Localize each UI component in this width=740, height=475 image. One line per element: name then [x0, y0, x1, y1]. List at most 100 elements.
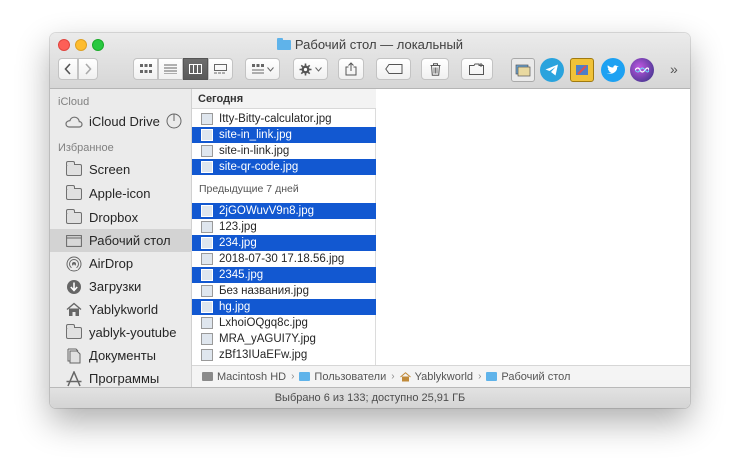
- sidebar-item-label: Yablykworld: [89, 302, 159, 317]
- sidebar-item-label: yablyk-youtube: [89, 325, 177, 340]
- file-name: 2345.jpg: [219, 269, 264, 281]
- downloads-icon: [65, 279, 83, 295]
- image-thumbnail-icon: [201, 333, 213, 345]
- file-item-selected[interactable]: 2345.jpg: [192, 267, 376, 283]
- image-thumbnail-icon: [201, 205, 213, 217]
- applications-icon: [65, 370, 83, 387]
- file-item[interactable]: 2018-07-30 17.18.56.jpg: [192, 251, 376, 267]
- chevron-left-icon: [64, 63, 71, 75]
- image-thumbnail-icon: [201, 237, 213, 249]
- hard-disk-icon: [202, 372, 213, 381]
- sidebar-item-desktop[interactable]: Рабочий стол: [50, 229, 192, 252]
- image-thumbnail-icon: [201, 269, 213, 281]
- list-icon: [164, 64, 177, 74]
- file-item-selected[interactable]: hg.jpg: [192, 299, 376, 315]
- sidebar-item-documents[interactable]: Документы: [50, 344, 192, 367]
- pixelmator-app-icon[interactable]: [570, 58, 594, 82]
- sidebar-item-label: Загрузки: [89, 279, 142, 294]
- chevron-right-icon: ›: [478, 371, 482, 382]
- image-thumbnail-icon: [201, 129, 213, 141]
- file-item-selected[interactable]: 234.jpg: [192, 235, 376, 251]
- toolbar-overflow-button[interactable]: »: [670, 61, 678, 77]
- file-item-selected[interactable]: 2jGOWuvV9n8.jpg: [192, 203, 376, 219]
- column-view-button[interactable]: [183, 58, 208, 80]
- trash-icon: [430, 62, 440, 76]
- file-item[interactable]: zBf13IUaEFw.jpg: [192, 347, 376, 363]
- sidebar-item-home[interactable]: Yablykworld: [50, 298, 192, 321]
- chevron-right-icon: ›: [291, 371, 295, 382]
- columns-icon: [189, 64, 202, 74]
- path-crumb-disk[interactable]: Macintosh HD: [202, 371, 286, 383]
- icon-grid-icon: [139, 64, 152, 73]
- empty-column-area[interactable]: [376, 89, 690, 365]
- twitter-app-icon[interactable]: [601, 58, 625, 82]
- folder-icon: [276, 38, 291, 50]
- folder-icon: [65, 184, 83, 202]
- sidebar-item-screen[interactable]: Screen: [50, 158, 192, 181]
- icon-view-button[interactable]: [133, 58, 158, 80]
- sidebar-section-icloud: iCloud: [58, 96, 90, 108]
- file-name: zBf13IUaEFw.jpg: [219, 349, 308, 361]
- home-icon: [65, 302, 83, 318]
- forward-button[interactable]: [78, 58, 98, 80]
- file-name: Без названия.jpg: [219, 285, 309, 297]
- path-crumb-users[interactable]: Пользователи: [299, 371, 386, 383]
- status-bar: Выбрано 6 из 133; доступно 25,91 ГБ: [50, 387, 690, 408]
- sidebar-item-dropbox[interactable]: Dropbox: [50, 206, 192, 229]
- gear-icon: [299, 63, 312, 75]
- new-folder-button[interactable]: [461, 58, 493, 80]
- share-icon: [345, 62, 357, 76]
- tags-button[interactable]: [376, 58, 411, 80]
- home-icon: [399, 371, 411, 381]
- sidebar-item-icloud-drive[interactable]: iCloud Drive: [50, 110, 192, 133]
- folder-icon: [65, 323, 83, 341]
- preview-app-icon[interactable]: [511, 58, 535, 82]
- list-view-button[interactable]: [158, 58, 183, 80]
- path-crumb-home[interactable]: Yablykworld: [399, 371, 473, 383]
- back-button[interactable]: [58, 58, 78, 80]
- file-name: 234.jpg: [219, 237, 257, 249]
- paintbrush-icon: [576, 65, 588, 75]
- window-title-text: Рабочий стол — локальный: [294, 37, 464, 52]
- file-item[interactable]: site-in-link.jpg: [192, 143, 376, 159]
- siri-icon: [635, 67, 649, 73]
- file-name: LxhoiOQgq8c.jpg: [219, 317, 308, 329]
- folder-icon: [65, 160, 83, 178]
- file-name: site-qr-code.jpg: [219, 161, 299, 173]
- sidebar-item-label: iCloud Drive: [89, 114, 160, 129]
- group-by-button[interactable]: [245, 58, 280, 80]
- file-item-selected[interactable]: site-in_link.jpg: [192, 127, 376, 143]
- sidebar-item-label: Рабочий стол: [89, 233, 171, 248]
- image-thumbnail-icon: [201, 113, 213, 125]
- telegram-app-icon[interactable]: [540, 58, 564, 82]
- gallery-view-button[interactable]: [208, 58, 233, 80]
- gallery-icon: [214, 64, 227, 74]
- file-item[interactable]: LxhoiOQgq8c.jpg: [192, 315, 376, 331]
- trash-button[interactable]: [421, 58, 449, 80]
- file-item[interactable]: Itty-Bitty-calculator.jpg: [192, 111, 376, 127]
- image-thumbnail-icon: [201, 145, 213, 157]
- siri-app-icon[interactable]: [630, 58, 654, 82]
- path-bar: Macintosh HD › Пользователи › Yablykworl…: [192, 365, 690, 387]
- photos-icon: [515, 64, 531, 77]
- chevron-right-icon: [85, 63, 92, 75]
- file-name: MRA_yAGUI7Y.jpg: [219, 333, 316, 345]
- share-button[interactable]: [338, 58, 364, 80]
- file-item-selected[interactable]: site-qr-code.jpg: [192, 159, 376, 175]
- sync-status-icon: [166, 113, 182, 132]
- file-name: Itty-Bitty-calculator.jpg: [219, 113, 332, 125]
- sidebar-item-label: Screen: [89, 162, 131, 177]
- chevron-down-icon: [315, 66, 322, 72]
- file-name: 2018-07-30 17.18.56.jpg: [219, 253, 345, 265]
- column-header-today: Сегодня: [192, 89, 376, 109]
- sidebar-item-yablyk-youtube[interactable]: yablyk-youtube: [50, 321, 192, 344]
- file-item[interactable]: 123.jpg: [192, 219, 376, 235]
- chevron-right-icon: ›: [391, 371, 395, 382]
- action-button[interactable]: [293, 58, 328, 80]
- file-item[interactable]: MRA_yAGUI7Y.jpg: [192, 331, 376, 347]
- sidebar-item-airdrop[interactable]: AirDrop: [50, 252, 192, 275]
- sidebar-item-apple-icon[interactable]: Apple-icon: [50, 182, 192, 205]
- sidebar-item-downloads[interactable]: Загрузки: [50, 275, 192, 298]
- path-crumb-desktop[interactable]: Рабочий стол: [486, 371, 570, 383]
- file-item[interactable]: Без названия.jpg: [192, 283, 376, 299]
